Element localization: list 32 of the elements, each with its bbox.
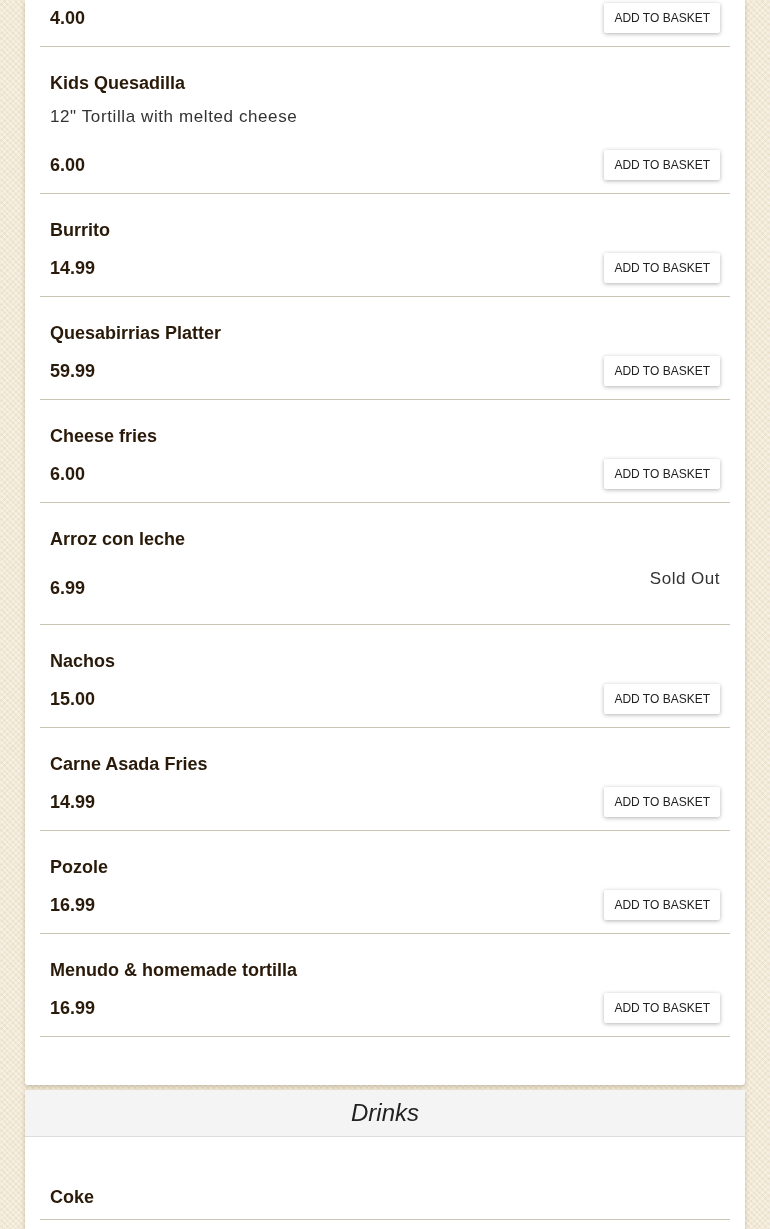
- add-to-basket-button[interactable]: ADD TO BASKET: [604, 3, 720, 33]
- item-price: 16.99: [50, 894, 96, 917]
- item-price: 6.99: [50, 577, 86, 600]
- item-description: 12" Tortilla with melted cheese: [50, 106, 299, 128]
- item-name: Nachos: [50, 650, 117, 673]
- item-price: 6.00: [50, 154, 86, 177]
- item-price: 16.99: [50, 997, 96, 1020]
- section-title: Drinks: [351, 1099, 419, 1127]
- item-name: Cheese fries: [50, 425, 159, 448]
- add-to-basket-button[interactable]: ADD TO BASKET: [604, 787, 720, 817]
- item-price: 4.00: [50, 7, 86, 30]
- item-name: Arroz con leche: [50, 528, 187, 551]
- add-to-basket-button[interactable]: ADD TO BASKET: [604, 356, 720, 386]
- item-price: 14.99: [50, 257, 96, 280]
- add-to-basket-button[interactable]: ADD TO BASKET: [604, 253, 720, 283]
- add-to-basket-button[interactable]: ADD TO BASKET: [604, 459, 720, 489]
- add-to-basket-button[interactable]: ADD TO BASKET: [604, 890, 720, 920]
- item-price: 15.00: [50, 688, 96, 711]
- item-name: Carne Asada Fries: [50, 753, 209, 776]
- item-name: Burrito: [50, 219, 111, 242]
- item-price: 14.99: [50, 791, 96, 814]
- item-price: 6.00: [50, 463, 86, 486]
- item-name: Quesabirrias Platter: [50, 322, 223, 345]
- add-to-basket-button[interactable]: ADD TO BASKET: [604, 993, 720, 1023]
- item-name: Pozole: [50, 856, 109, 879]
- add-to-basket-button[interactable]: ADD TO BASKET: [604, 150, 720, 180]
- item-price: 59.99: [50, 360, 96, 383]
- sold-out-label: Sold Out: [649, 568, 720, 590]
- item-name: Kids Quesadilla: [50, 72, 187, 95]
- add-to-basket-button[interactable]: ADD TO BASKET: [604, 684, 720, 714]
- item-name: Menudo & homemade tortilla: [50, 959, 299, 982]
- item-name: Coke: [50, 1186, 95, 1209]
